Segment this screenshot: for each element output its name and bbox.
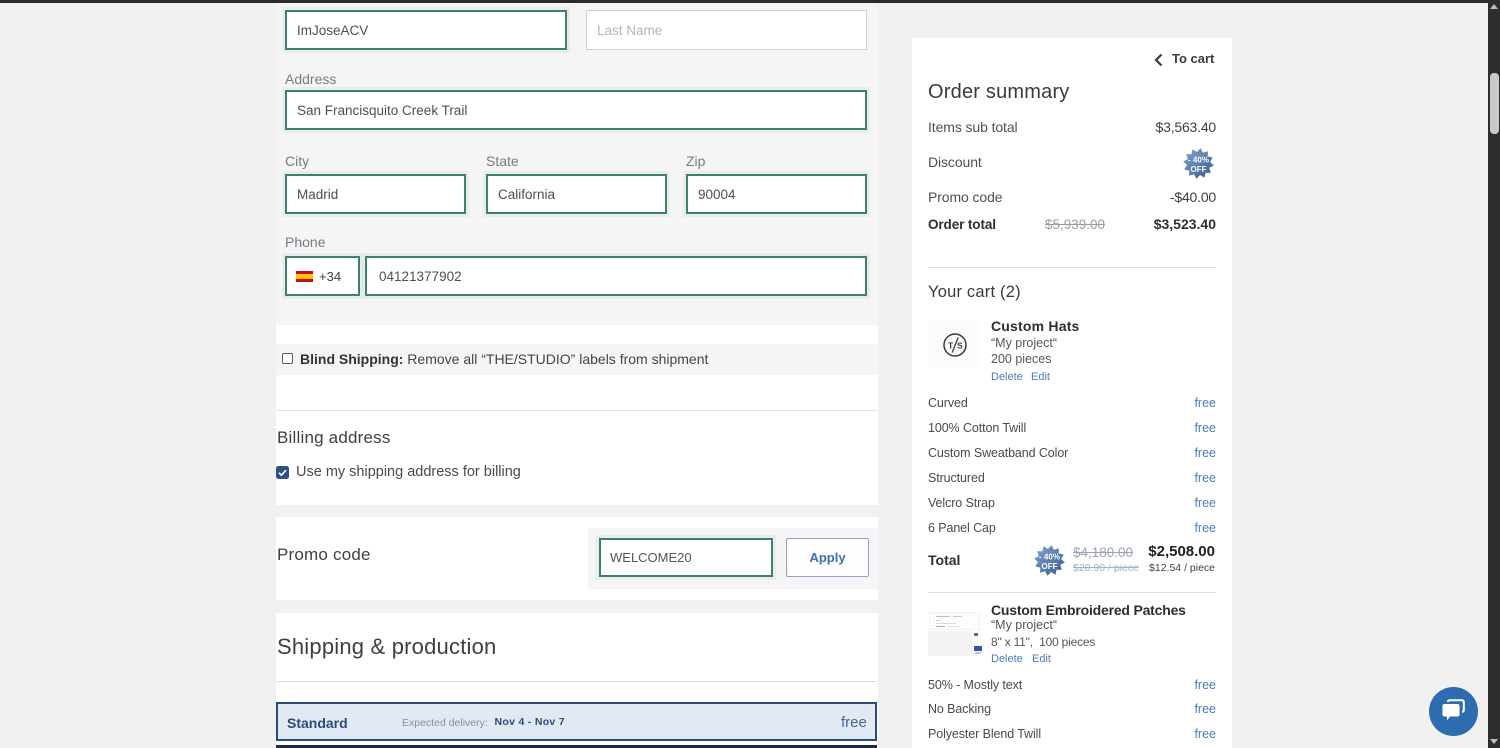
svg-text:OFF: OFF	[1191, 165, 1207, 174]
svg-text:S: S	[957, 341, 963, 351]
svg-text:- 40%: - 40%	[1188, 155, 1209, 164]
svg-text:OFF: OFF	[1042, 562, 1058, 571]
svg-text:- 40%: - 40%	[1039, 552, 1060, 561]
